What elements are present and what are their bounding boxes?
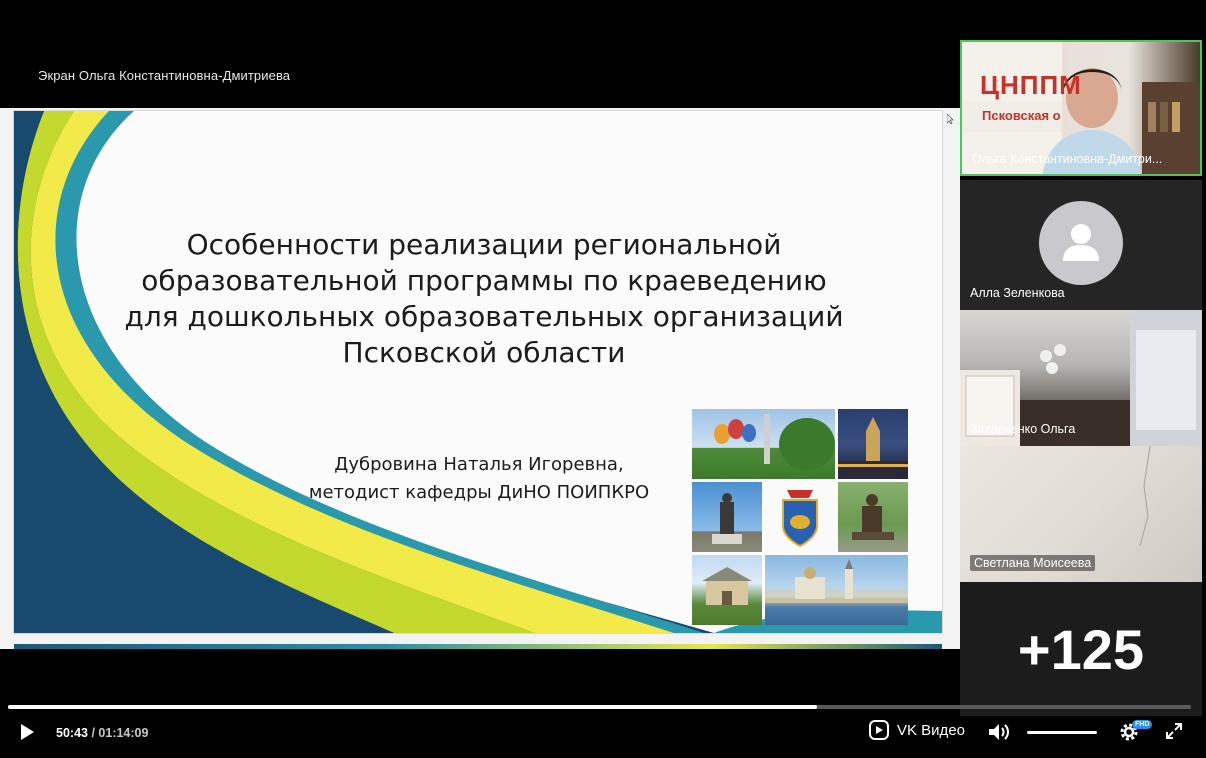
participant-name: Ольга Константиновна-Дмитри...: [972, 152, 1163, 166]
vk-play-icon: [869, 720, 889, 740]
avatar: [1039, 201, 1123, 285]
play-icon[interactable]: [18, 723, 36, 741]
fullscreen-icon[interactable]: [1165, 722, 1183, 740]
vk-video-logo[interactable]: VK Видео: [869, 720, 965, 740]
sculpture-icon: [852, 494, 894, 540]
current-time: 50:43: [56, 726, 88, 740]
video-player[interactable]: Экран Ольга Константиновна-Дмитриева Осо…: [0, 0, 1206, 758]
balloon-icon: [714, 414, 835, 470]
volume-icon[interactable]: [988, 722, 1010, 742]
slide-title-line: Псковской области: [342, 336, 626, 369]
slide-title: Особенности реализации региональной обра…: [104, 227, 864, 371]
author-position: методист кафедры ДиНО ПОИПКРО: [308, 482, 650, 503]
mouse-cursor-icon: [947, 114, 954, 124]
cathedral-icon: [765, 559, 908, 603]
vk-video-label: VK Видео: [897, 721, 965, 739]
quality-badge: FHD: [1132, 720, 1153, 729]
total-time: / 01:14:09: [91, 726, 149, 740]
screen-share-label: Экран Ольга Константиновна-Дмитриева: [38, 68, 291, 83]
photo-balloons: [692, 409, 835, 479]
photo-monument: [692, 482, 762, 552]
participant-tile[interactable]: Захарченко Ольга: [960, 310, 1202, 446]
slide-title-line: образовательной программы по краеведению: [141, 264, 827, 297]
user-icon: [1063, 224, 1099, 261]
more-participants-count[interactable]: +125: [960, 582, 1202, 716]
participants-panel: ЦНППМ Псковская о Ольга Константиновна-Д…: [960, 40, 1202, 716]
webcam-sign-line2: Псковская о: [982, 108, 1061, 123]
progress-bar[interactable]: [8, 705, 1191, 709]
statue-icon: [712, 493, 742, 544]
next-slide-edge: [14, 644, 942, 649]
slide-title-line: для дошкольных образовательных организац…: [124, 300, 844, 333]
photo-coat-of-arms: [765, 482, 835, 552]
photo-sculpture: [838, 482, 908, 552]
participant-name: Захарченко Ольга: [970, 422, 1076, 436]
progress-fill: [8, 705, 818, 709]
photo-collage: [692, 409, 910, 629]
photo-manor: [692, 555, 762, 625]
author-name: Дубровина Наталья Игоревна,: [334, 454, 624, 475]
slide-author: Дубровина Наталья Игоревна, методист каф…: [274, 451, 684, 507]
coat-of-arms-icon: [782, 490, 818, 548]
presentation-slide: Особенности реализации региональной обра…: [0, 108, 960, 649]
participant-name: Светлана Моисеева: [970, 555, 1096, 571]
time-display: 50:43 / 01:14:09: [56, 726, 148, 740]
volume-slider[interactable]: [1027, 731, 1097, 734]
house-icon: [702, 567, 752, 605]
photo-pskov-kremlin: [765, 555, 908, 625]
participant-tile[interactable]: Алла Зеленкова: [960, 180, 1202, 310]
photo-night-kremlin: [838, 409, 908, 479]
participant-tile[interactable]: Светлана Моисеева: [960, 446, 1202, 582]
participant-tile[interactable]: ЦНППМ Псковская о Ольга Константиновна-Д…: [960, 40, 1202, 176]
tower-icon: [838, 417, 908, 479]
player-controls: 50:43 / 01:14:09 VK Видео FHD: [0, 715, 1206, 758]
participant-name: Алла Зеленкова: [970, 286, 1065, 300]
webcam-sign-line1: ЦНППМ: [980, 70, 1082, 100]
participant-name-text: Светлана Моисеева: [970, 555, 1096, 571]
slide-title-line: Особенности реализации региональной: [186, 228, 782, 261]
